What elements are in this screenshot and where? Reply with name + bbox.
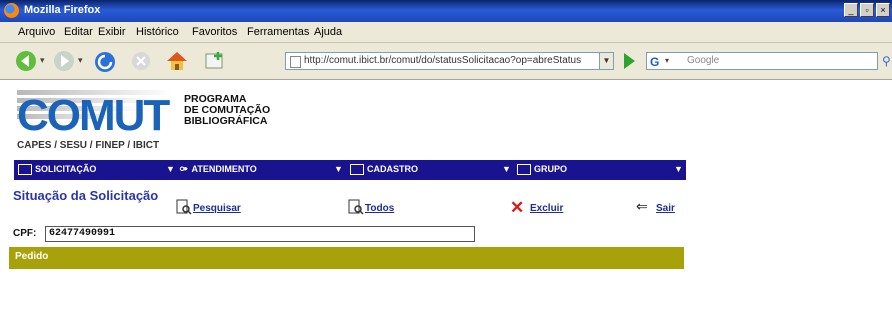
forward-arrow-icon[interactable] <box>52 50 76 72</box>
menu-arquivo[interactable]: Arquivo <box>18 26 55 38</box>
search-icon[interactable]: ⚲ <box>882 54 891 68</box>
comut-logo: COMUT <box>17 91 170 140</box>
page-title: Situação da Solicitação <box>13 188 159 203</box>
firefox-icon <box>4 3 19 18</box>
cpf-field[interactable]: 62477490991 <box>45 226 475 242</box>
menu-bar: Arquivo Editar Exibir Histórico Favorito… <box>0 22 892 43</box>
go-arrow-icon[interactable] <box>624 53 635 69</box>
search-document-icon <box>176 199 192 215</box>
google-icon: G <box>650 55 660 69</box>
chevron-down-icon: ▼ <box>166 164 175 174</box>
stop-icon[interactable] <box>130 50 152 72</box>
back-dropdown-icon[interactable]: ▾ <box>40 55 45 66</box>
address-bar[interactable]: http://comut.ibict.br/comut/do/statusSol… <box>285 52 600 70</box>
tab-solicitacao[interactable]: SOLICITAÇÃO <box>18 164 97 176</box>
pedido-label: Pedido <box>15 251 49 262</box>
navigation-toolbar: ▾ ▾ http://comut.ibict.br/comut/do/statu… <box>0 43 892 80</box>
chevron-down-icon: ▼ <box>502 164 511 174</box>
tab-solicitacao-label: SOLICITAÇÃO <box>35 164 97 174</box>
tab-atendimento[interactable]: ⚩ ATENDIMENTO <box>180 164 257 175</box>
menu-ferramentas[interactable]: Ferramentas <box>247 26 309 38</box>
window-title: Mozilla Firefox <box>24 4 101 16</box>
program-line-3: BIBLIOGRÁFICA <box>184 115 268 127</box>
exit-arrow-icon: ⇐ <box>636 198 648 214</box>
close-button[interactable]: × <box>876 3 890 17</box>
menu-historico[interactable]: Histórico <box>136 26 179 38</box>
group-icon <box>517 164 531 176</box>
tab-cadastro[interactable]: CADASTRO <box>350 164 418 176</box>
main-tab-bar: SOLICITAÇÃO ▼ ⚩ ATENDIMENTO ▼ CADASTRO ▼ … <box>14 160 686 180</box>
back-arrow-icon[interactable] <box>14 50 38 72</box>
tab-grupo[interactable]: GRUPO <box>517 164 568 176</box>
register-icon <box>350 164 364 176</box>
forward-dropdown-icon[interactable]: ▾ <box>78 55 83 66</box>
chevron-down-icon: ▼ <box>334 164 343 174</box>
menu-editar[interactable]: Editar <box>64 26 93 38</box>
menu-ajuda[interactable]: Ajuda <box>314 26 342 38</box>
home-icon[interactable] <box>164 50 190 72</box>
sponsors-text: CAPES / SESU / FINEP / IBICT <box>17 140 160 151</box>
window-title-bar: Mozilla Firefox _ ▫ × <box>0 0 892 22</box>
cpf-label: CPF: <box>13 228 37 239</box>
search-box[interactable]: G ▾ Google <box>646 52 878 70</box>
todos-link[interactable]: Todos <box>365 203 394 214</box>
tab-grupo-label: GRUPO <box>534 164 568 174</box>
url-dropdown-button[interactable]: ▼ <box>600 52 614 70</box>
program-title: PROGRAMA DE COMUTAÇÃO BIBLIOGRÁFICA <box>184 94 270 127</box>
pesquisar-link[interactable]: Pesquisar <box>193 203 241 214</box>
menu-exibir[interactable]: Exibir <box>98 26 126 38</box>
minimize-button[interactable]: _ <box>844 3 858 17</box>
chevron-down-icon: ▼ <box>674 164 683 174</box>
menu-favoritos[interactable]: Favoritos <box>192 26 237 38</box>
list-document-icon <box>348 199 364 215</box>
maximize-button[interactable]: ▫ <box>860 3 874 17</box>
excluir-link[interactable]: Excluir <box>530 203 563 214</box>
monitor-icon <box>18 164 32 176</box>
search-engine-dropdown-icon[interactable]: ▾ <box>665 53 669 69</box>
sair-link[interactable]: Sair <box>656 203 675 214</box>
url-text: http://comut.ibict.br/comut/do/statusSol… <box>304 55 582 66</box>
pedido-section-header: Pedido <box>9 247 684 269</box>
search-placeholder: Google <box>687 55 720 66</box>
person-icon: ⚩ <box>180 164 188 174</box>
reload-icon[interactable] <box>92 50 118 74</box>
page-icon <box>290 56 301 68</box>
tab-cadastro-label: CADASTRO <box>367 164 418 174</box>
tab-atendimento-label: ATENDIMENTO <box>191 164 257 174</box>
new-tab-icon[interactable] <box>204 50 226 72</box>
delete-x-icon: ✕ <box>510 198 525 217</box>
